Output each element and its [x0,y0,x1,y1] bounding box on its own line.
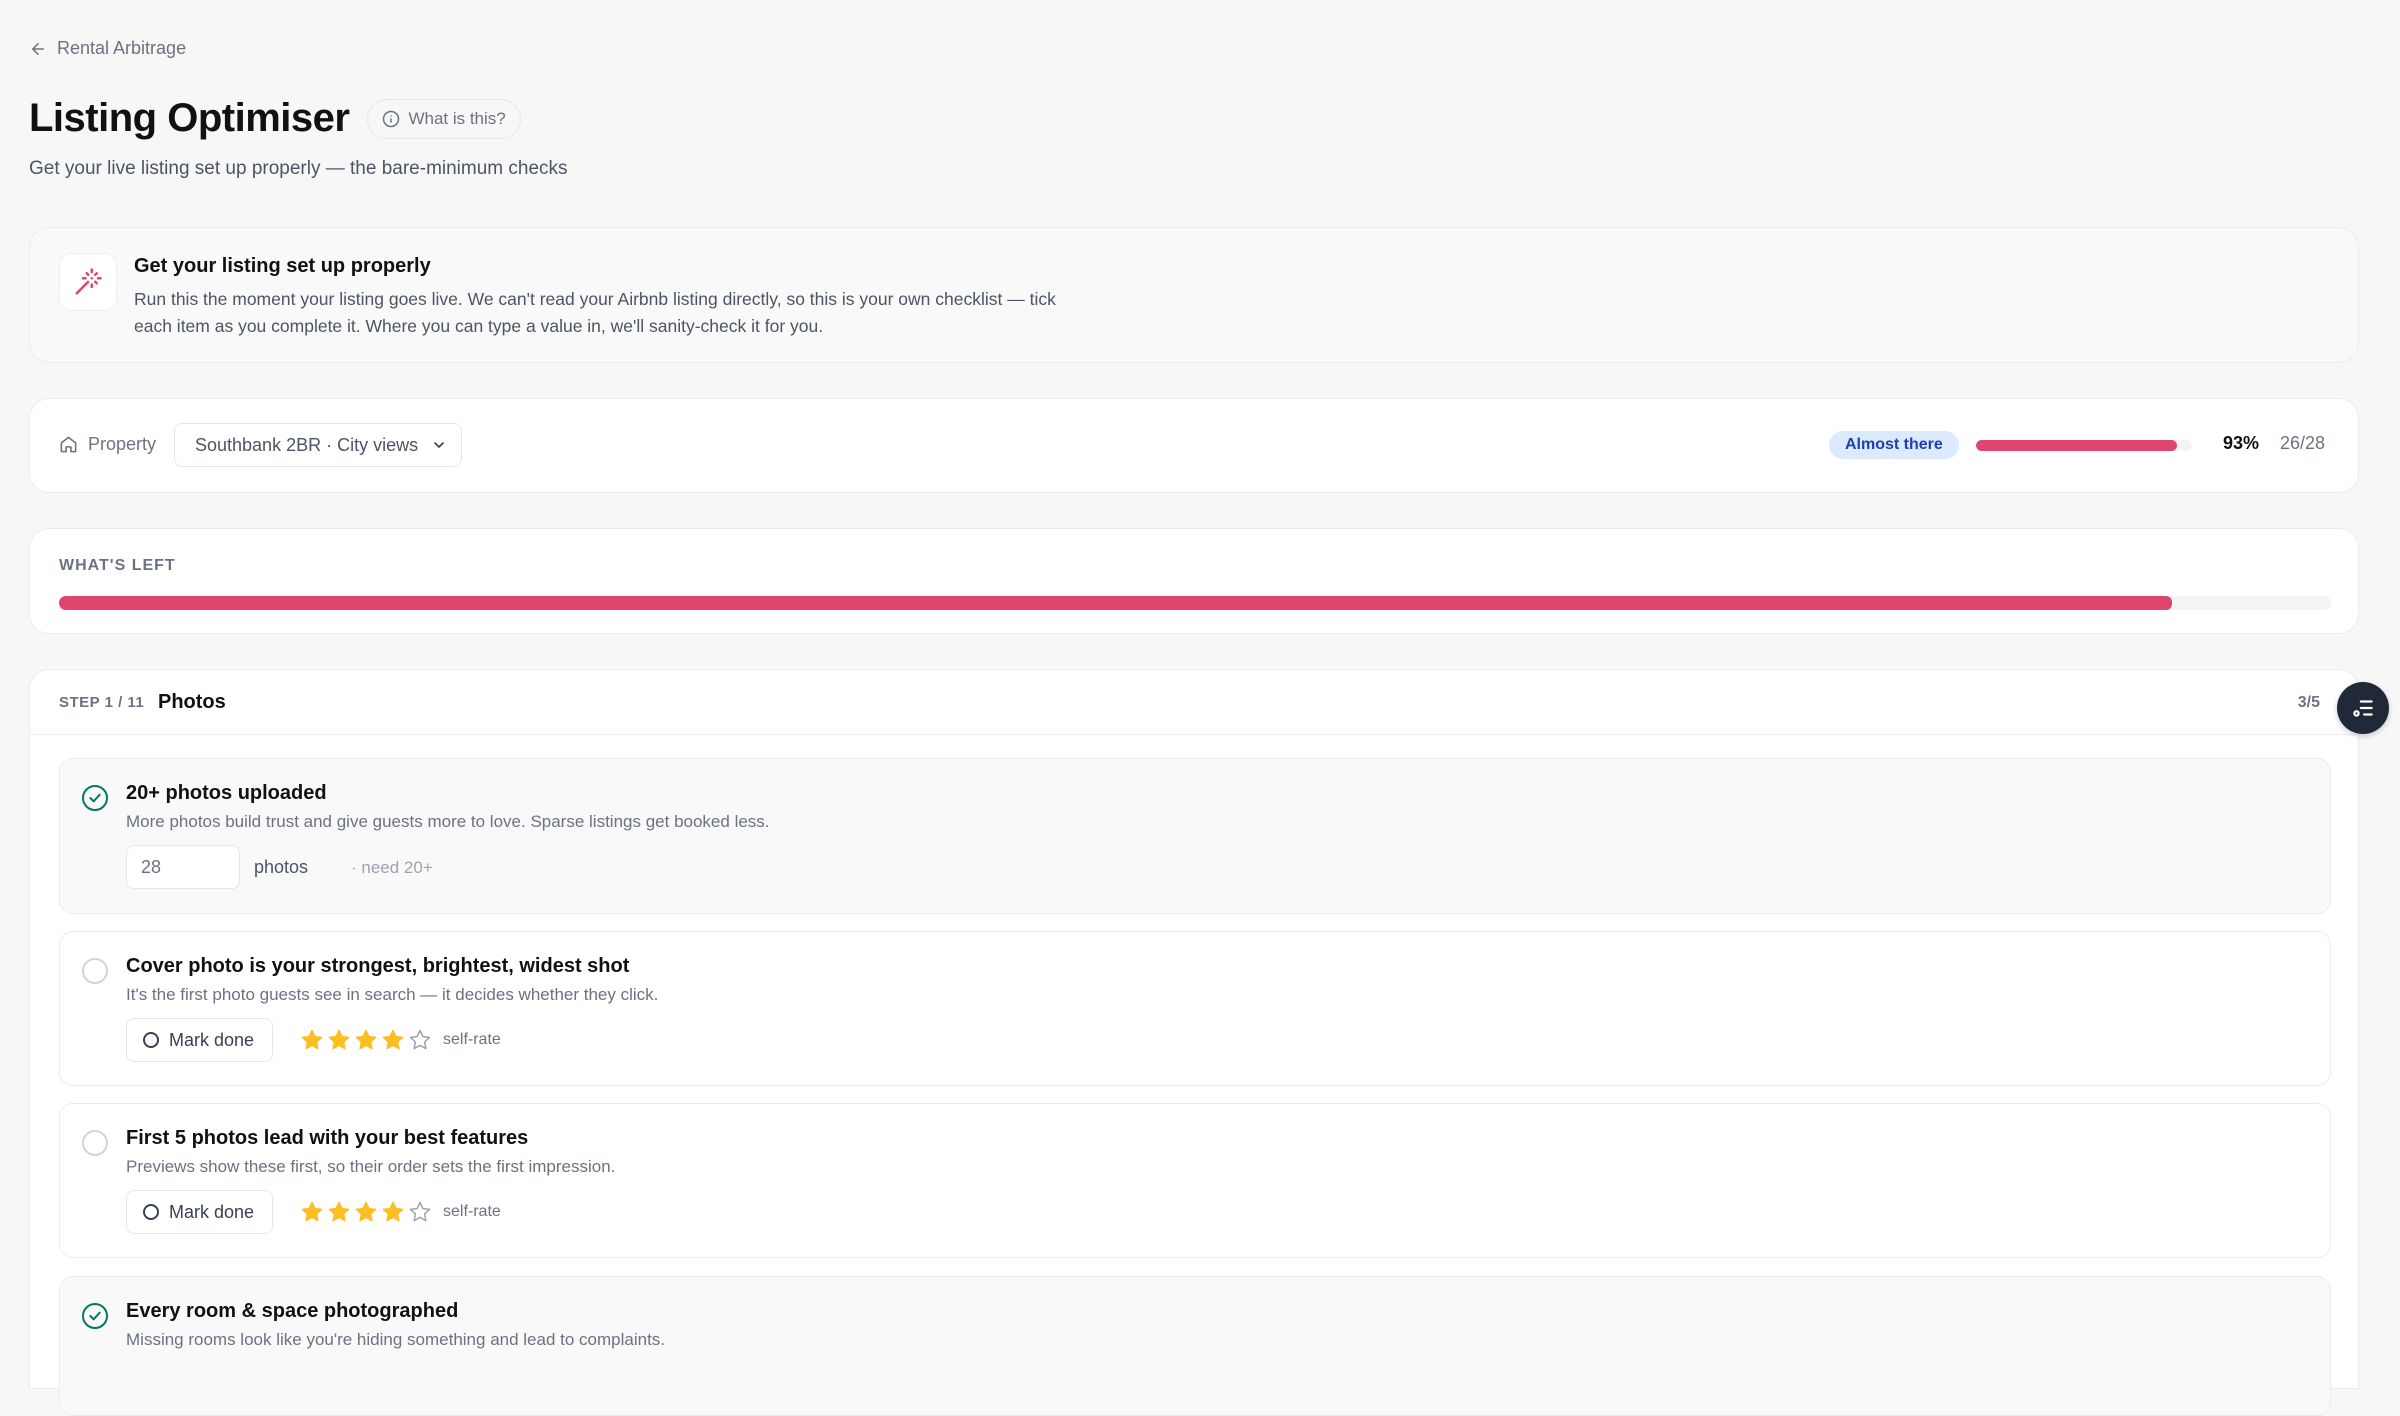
mark-done-button[interactable]: Mark done [126,1190,274,1234]
intro-title: Get your listing set up properly [134,255,431,277]
checklist-item: Every room & space photographed Missing … [59,1276,2331,1416]
arrow-left-icon [32,42,44,55]
item-checkbox[interactable] [82,1303,108,1329]
breadcrumb[interactable]: Rental Arbitrage [29,38,186,59]
magic-wand-icon [59,253,117,311]
what-is-this-button[interactable]: What is this? [367,98,521,139]
property-label: Property [59,434,156,455]
star-empty-icon[interactable] [408,1200,432,1224]
star-filled-icon[interactable] [327,1200,351,1224]
checklist-icon [2353,700,2373,717]
status-badge: Almost there [1829,431,1959,459]
star-filled-icon[interactable] [381,1028,405,1052]
star-filled-icon[interactable] [300,1028,324,1052]
star-empty-icon[interactable] [408,1028,432,1052]
photo-count-requirement: · need 20+ [351,858,433,877]
whats-left-label: WHAT'S LEFT [59,557,176,574]
progress-percent: 93% [2223,433,2260,453]
item-title: 20+ photos uploaded [126,782,327,804]
star-filled-icon[interactable] [354,1028,378,1052]
self-rate-label: self-rate [443,1203,501,1220]
whats-left-progress-bar [59,596,2331,610]
step-card: STEP 1 / 11 Photos 3/5 20+ photos upload… [29,669,2359,1416]
item-description: Missing rooms look like you're hiding so… [126,1330,666,1349]
item-checkbox[interactable] [82,1130,108,1156]
page-title: Listing Optimiser [29,96,350,140]
step-count: 3/5 [2297,694,2320,711]
property-label-text: Property [88,434,157,454]
item-title: First 5 photos lead with your best featu… [126,1127,529,1149]
intro-card: Get your listing set up properly Run thi… [29,227,2359,363]
check-icon [89,1311,101,1321]
circle-icon [143,1204,159,1220]
page-subtitle: Get your live listing set up properly — … [29,158,568,179]
star-filled-icon[interactable] [381,1200,405,1224]
star-filled-icon[interactable] [354,1200,378,1224]
title-row: Listing Optimiser What is this? [29,96,521,141]
self-rate-label: self-rate [443,1031,501,1048]
home-icon [60,436,77,453]
mark-done-label: Mark done [169,1029,255,1050]
mark-done-button[interactable]: Mark done [126,1018,274,1062]
checklist-fab-button[interactable] [2337,682,2389,734]
info-icon [383,110,400,127]
step-label: STEP 1 / 11 [59,694,145,711]
property-select[interactable]: Southbank 2BR · City views [174,423,462,467]
mark-done-label: Mark done [169,1201,255,1222]
item-description: More photos build trust and give guests … [126,812,770,831]
overall-progress-bar [1976,440,2192,451]
star-filled-icon[interactable] [327,1028,351,1052]
self-rate-stars: self-rate [300,1028,501,1052]
item-title: Cover photo is your strongest, brightest… [126,955,630,977]
item-checkbox[interactable] [82,785,108,811]
item-description: It's the first photo guests see in searc… [126,985,659,1004]
whats-left-progress-fill [59,596,2172,610]
item-checkbox[interactable] [82,958,108,984]
item-description: Previews show these first, so their orde… [126,1157,616,1176]
chevron-down-icon [434,442,444,449]
photo-count-unit: photos [254,857,309,877]
breadcrumb-label: Rental Arbitrage [57,38,187,58]
circle-icon [143,1032,159,1048]
intro-text: Run this the moment your listing goes li… [134,289,1056,336]
item-title: Every room & space photographed [126,1300,459,1322]
step-header[interactable]: STEP 1 / 11 Photos 3/5 [30,670,2358,735]
overall-progress-fill [1976,440,2177,451]
checklist-item: 20+ photos uploaded More photos build tr… [59,758,2331,914]
checklist-item: First 5 photos lead with your best featu… [59,1103,2331,1258]
self-rate-stars: self-rate [300,1200,501,1224]
property-select-value: Southbank 2BR · City views [195,434,419,455]
whats-left-card: WHAT'S LEFT [29,528,2359,634]
star-filled-icon[interactable] [300,1200,324,1224]
check-icon [89,793,101,803]
step-name: Photos [158,691,226,713]
photo-count-input[interactable] [126,845,240,889]
property-card: Property Southbank 2BR · City views Almo… [29,398,2359,493]
what-is-this-label: What is this? [408,108,506,128]
progress-count: 26/28 [2280,433,2326,453]
checklist-item: Cover photo is your strongest, brightest… [59,931,2331,1086]
